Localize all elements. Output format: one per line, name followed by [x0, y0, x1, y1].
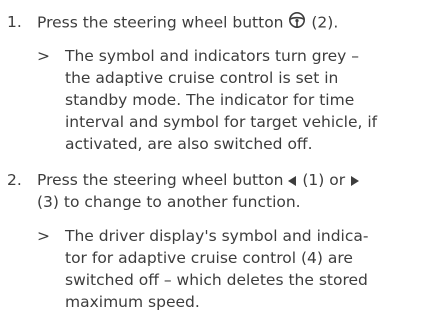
- triangle-right-icon: [350, 170, 360, 192]
- step-instruction: Press the steering wheel button (2).: [37, 11, 437, 35]
- steering-wheel-icon: [288, 11, 306, 35]
- result-line: standby mode. The indicator for time: [65, 91, 355, 109]
- instruction-text: Press the steering wheel button: [37, 171, 289, 189]
- instruction-text: Press the steering wheel button: [37, 13, 289, 32]
- step-number: 1.: [7, 13, 22, 31]
- instruction-text: (1) or: [297, 171, 351, 189]
- result-line: maximum speed.: [65, 293, 200, 311]
- instruction-text: (2).: [306, 13, 339, 32]
- step-number: 2.: [7, 171, 22, 189]
- result-marker: >: [37, 227, 50, 245]
- result-line: activated, are also switched off.: [65, 135, 313, 153]
- result-marker: >: [37, 47, 50, 65]
- step-instruction-line-2: (3) to change to another function.: [37, 193, 301, 211]
- result-line: interval and symbol for target vehicle, …: [65, 113, 378, 131]
- result-line: The symbol and indicators turn grey –: [65, 47, 359, 65]
- result-line: switched off – which deletes the stored: [65, 271, 368, 289]
- step-instruction: Press the steering wheel button (1) or: [37, 169, 437, 192]
- result-line: The driver display's symbol and indica-: [65, 227, 369, 245]
- result-line: tor for adaptive cruise control (4) are: [65, 249, 353, 267]
- instruction-document: 1. Press the steering wheel button (2). …: [0, 0, 444, 333]
- result-line: the adaptive cruise control is set in: [65, 69, 339, 87]
